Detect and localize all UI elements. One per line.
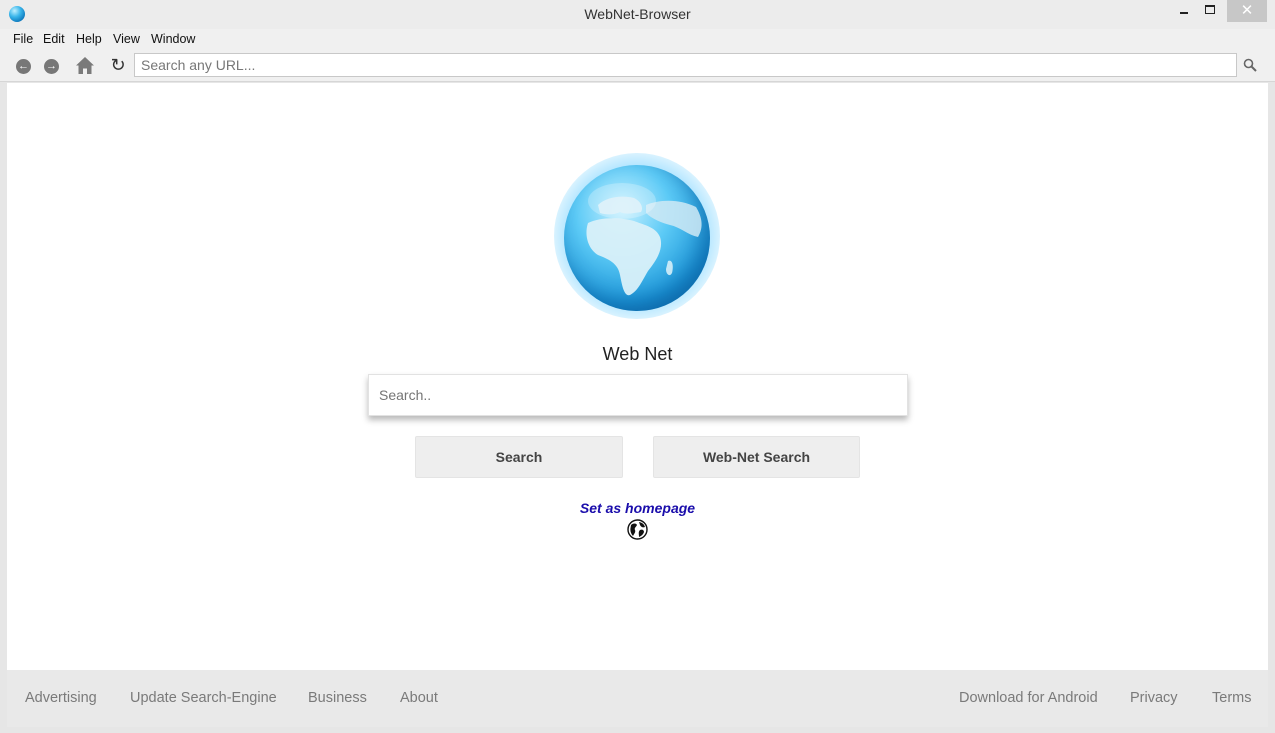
navigation-bar: ← → ↻ <box>0 50 1275 82</box>
brand-name: Web Net <box>602 344 673 364</box>
menu-view[interactable]: View <box>113 32 140 46</box>
title-bar: WebNet-Browser ✕ <box>0 0 1275 29</box>
url-input[interactable] <box>134 53 1237 77</box>
footer-link-advertising[interactable]: Advertising <box>25 690 97 706</box>
reload-icon[interactable]: ↻ <box>108 54 128 76</box>
search-icon[interactable] <box>1243 58 1257 72</box>
footer: Advertising Update Search-Engine Busines… <box>7 670 1268 727</box>
home-icon[interactable] <box>75 56 95 75</box>
globe-logo <box>564 165 710 311</box>
globe-icon <box>627 519 648 540</box>
forward-button[interactable]: → <box>44 59 59 74</box>
window-title: WebNet-Browser <box>584 6 691 22</box>
search-button[interactable]: Search <box>415 436 623 478</box>
footer-link-terms[interactable]: Terms <box>1212 690 1251 706</box>
webnet-search-button[interactable]: Web-Net Search <box>653 436 860 478</box>
page-content: Web Net Search Web-Net Search Set as hom… <box>7 83 1268 670</box>
maximize-button[interactable] <box>1198 0 1222 22</box>
maximize-icon <box>1205 5 1215 14</box>
menu-help[interactable]: Help <box>76 32 102 46</box>
set-homepage-link[interactable]: Set as homepage <box>580 500 695 516</box>
menu-edit[interactable]: Edit <box>43 32 65 46</box>
globe-continents-icon <box>586 183 702 296</box>
footer-link-download-android[interactable]: Download for Android <box>959 690 1098 706</box>
minimize-icon <box>1180 12 1188 14</box>
menu-bar: File Edit Help View Window <box>0 29 1275 50</box>
menu-file[interactable]: File <box>13 32 33 46</box>
minimize-button[interactable] <box>1172 0 1196 22</box>
footer-link-about[interactable]: About <box>400 690 438 706</box>
footer-link-privacy[interactable]: Privacy <box>1130 690 1178 706</box>
menu-window[interactable]: Window <box>151 32 195 46</box>
footer-link-update-search-engine[interactable]: Update Search-Engine <box>130 690 277 706</box>
back-button[interactable]: ← <box>16 59 31 74</box>
set-homepage-row: Set as homepage <box>7 500 1268 516</box>
close-button[interactable]: ✕ <box>1227 0 1267 22</box>
footer-link-business[interactable]: Business <box>308 690 367 706</box>
search-input[interactable] <box>368 374 908 416</box>
